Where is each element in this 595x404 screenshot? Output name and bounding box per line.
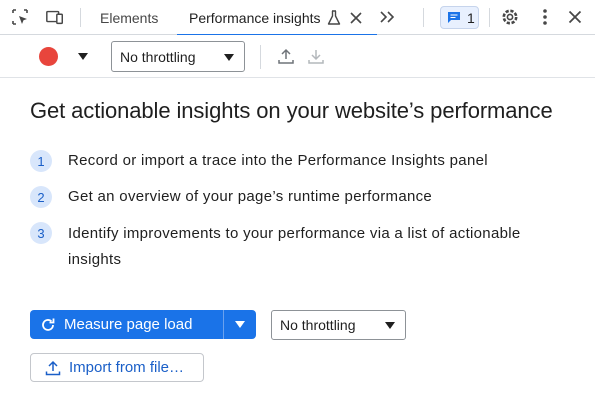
issues-count: 1 xyxy=(467,9,475,26)
import-from-file-label: Import from file… xyxy=(69,359,185,376)
record-options-dropdown-icon[interactable] xyxy=(78,53,88,60)
record-button[interactable] xyxy=(39,47,58,66)
more-tabs-svg xyxy=(380,11,395,23)
step-number-3: 3 xyxy=(30,222,52,244)
measure-options-dropdown-button[interactable] xyxy=(224,310,256,339)
tabbar-divider-3 xyxy=(489,8,490,27)
upload-svg xyxy=(278,48,294,64)
select-element-svg xyxy=(12,9,28,25)
device-toggle-svg xyxy=(46,10,63,25)
tab-performance-insights[interactable]: Performance insights xyxy=(177,0,377,36)
settings-gear-svg xyxy=(502,9,518,25)
chevron-down-icon xyxy=(224,54,234,61)
step-text-3: Identify improvements to your performanc… xyxy=(68,225,521,268)
upload-icon xyxy=(45,360,61,375)
toolbar-throttling-value: No throttling xyxy=(120,48,196,65)
measure-page-load-split-button: Measure page load xyxy=(30,310,256,339)
step-number-1: 1 xyxy=(30,150,52,172)
toolbar-throttling-select[interactable]: No throttling xyxy=(111,41,245,72)
step-number-2: 2 xyxy=(30,186,52,208)
devtools-tabbar: Elements Performance insights 1 xyxy=(0,0,595,36)
import-from-file-button[interactable]: Import from file… xyxy=(30,353,204,382)
tab-performance-insights-label: Performance insights xyxy=(189,9,321,26)
close-devtools-svg xyxy=(568,10,582,24)
chevron-down-icon xyxy=(385,322,395,329)
kebab-svg xyxy=(543,9,547,25)
more-options-kebab-icon[interactable] xyxy=(535,7,555,27)
issues-counter-button[interactable]: 1 xyxy=(440,6,479,29)
settings-gear-icon[interactable] xyxy=(500,7,520,27)
close-devtools-icon[interactable] xyxy=(565,7,585,27)
upload-icon[interactable] xyxy=(276,46,296,66)
measure-page-load-button[interactable]: Measure page load xyxy=(30,310,223,339)
tabbar-divider xyxy=(80,8,81,27)
throttling-select[interactable]: No throttling xyxy=(271,310,406,340)
more-tabs-chevron-icon[interactable] xyxy=(378,7,398,27)
page-title: Get actionable insights on your website’… xyxy=(30,98,553,123)
tab-elements[interactable]: Elements xyxy=(100,0,158,35)
throttling-value: No throttling xyxy=(280,317,356,333)
reload-icon xyxy=(42,318,55,331)
experiment-flask-icon xyxy=(327,9,340,25)
tabbar-divider-2 xyxy=(423,8,424,27)
performance-toolbar: No throttling xyxy=(0,35,595,78)
measure-page-load-label: Measure page load xyxy=(64,316,193,333)
download-svg xyxy=(308,50,324,64)
close-tab-icon[interactable] xyxy=(349,11,363,25)
toolbar-divider xyxy=(260,45,261,69)
chevron-down-icon xyxy=(235,321,245,328)
message-icon xyxy=(448,12,460,23)
device-toggle-icon[interactable] xyxy=(45,7,65,27)
download-icon xyxy=(306,46,326,66)
step-text-1: Record or import a trace into the Perfor… xyxy=(68,152,488,169)
step-text-2: Get an overview of your page’s runtime p… xyxy=(68,188,433,205)
tab-elements-label: Elements xyxy=(100,9,159,26)
select-element-icon[interactable] xyxy=(10,7,30,27)
